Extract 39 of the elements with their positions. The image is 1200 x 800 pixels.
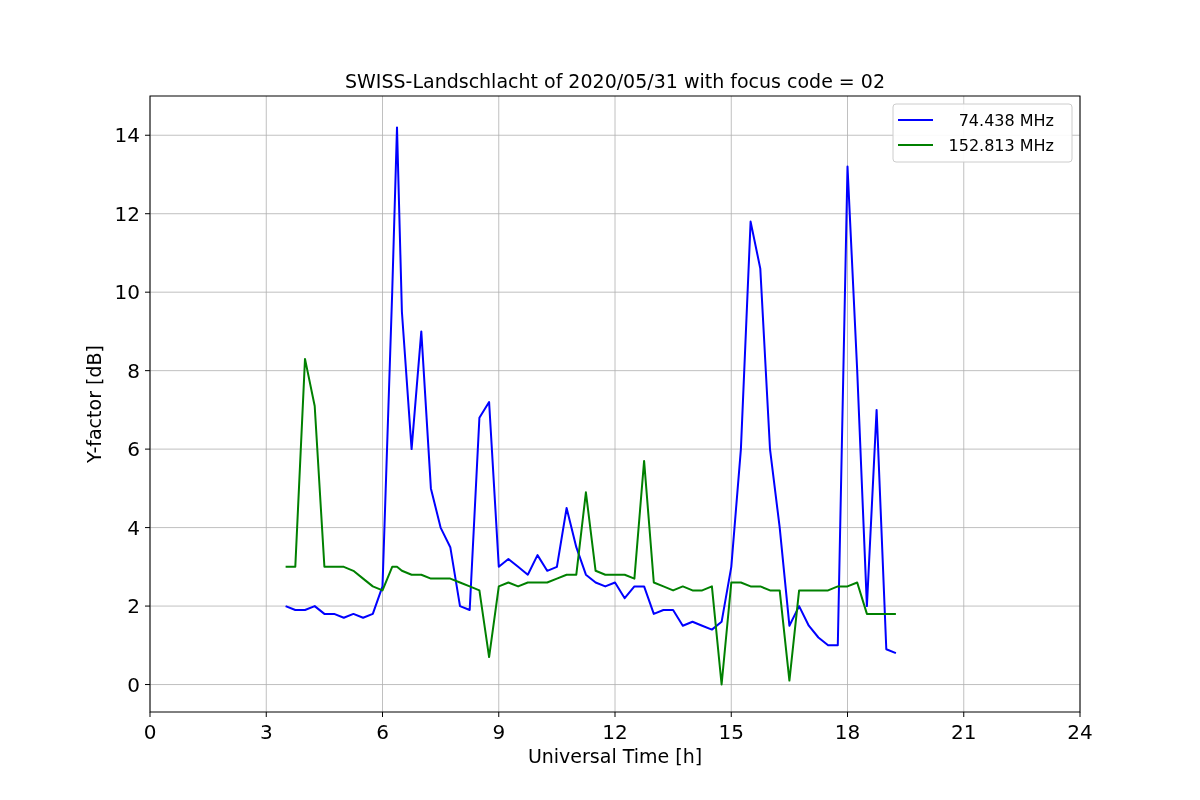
x-tick-label: 15 xyxy=(718,720,744,744)
x-tick-label: 0 xyxy=(143,720,157,744)
tick-mark xyxy=(144,134,151,136)
y-tick-label: 2 xyxy=(127,594,140,619)
x-tick-label: 9 xyxy=(492,720,506,744)
tick-mark xyxy=(144,370,151,372)
y-tick-label: 12 xyxy=(114,201,140,226)
x-tick-label: 12 xyxy=(602,720,628,744)
tick-mark xyxy=(144,291,151,293)
y-axis-label: Y-factor [dB] xyxy=(83,345,105,463)
x-tick-label: 3 xyxy=(259,720,273,744)
tick-mark xyxy=(847,711,848,718)
tick-mark xyxy=(730,711,732,718)
x-tick-label: 6 xyxy=(376,720,389,744)
tick-mark xyxy=(144,213,151,215)
chart-title: SWISS-Landschlacht of 2020/05/31 with focus code = 02 xyxy=(345,70,885,92)
x-tick-label: 24 xyxy=(1067,720,1093,744)
tick-mark xyxy=(144,448,151,450)
y-tick-label: 6 xyxy=(127,437,140,462)
tick-mark xyxy=(614,711,616,718)
x-tick-label: 18 xyxy=(834,720,861,744)
x-tick-label: 21 xyxy=(951,720,977,744)
tick-mark xyxy=(144,605,151,607)
y-tick-label: 10 xyxy=(114,280,140,305)
legend-label: 152.813 MHz xyxy=(948,136,1054,155)
legend-label: 74.438 MHz xyxy=(958,111,1054,130)
x-axis-label: Universal Time [h] xyxy=(527,745,703,767)
tick-mark xyxy=(498,711,500,718)
y-tick-label: 14 xyxy=(114,123,140,148)
y-tick-label: 8 xyxy=(127,358,140,383)
tick-mark xyxy=(1079,711,1081,718)
tick-mark xyxy=(144,527,151,529)
tick-mark xyxy=(149,711,151,718)
tick-mark xyxy=(382,711,383,718)
tick-mark xyxy=(963,711,965,718)
y-tick-label: 4 xyxy=(127,515,140,540)
tick-mark xyxy=(265,711,267,718)
tick-mark xyxy=(144,684,151,686)
y-tick-label: 0 xyxy=(127,672,140,697)
